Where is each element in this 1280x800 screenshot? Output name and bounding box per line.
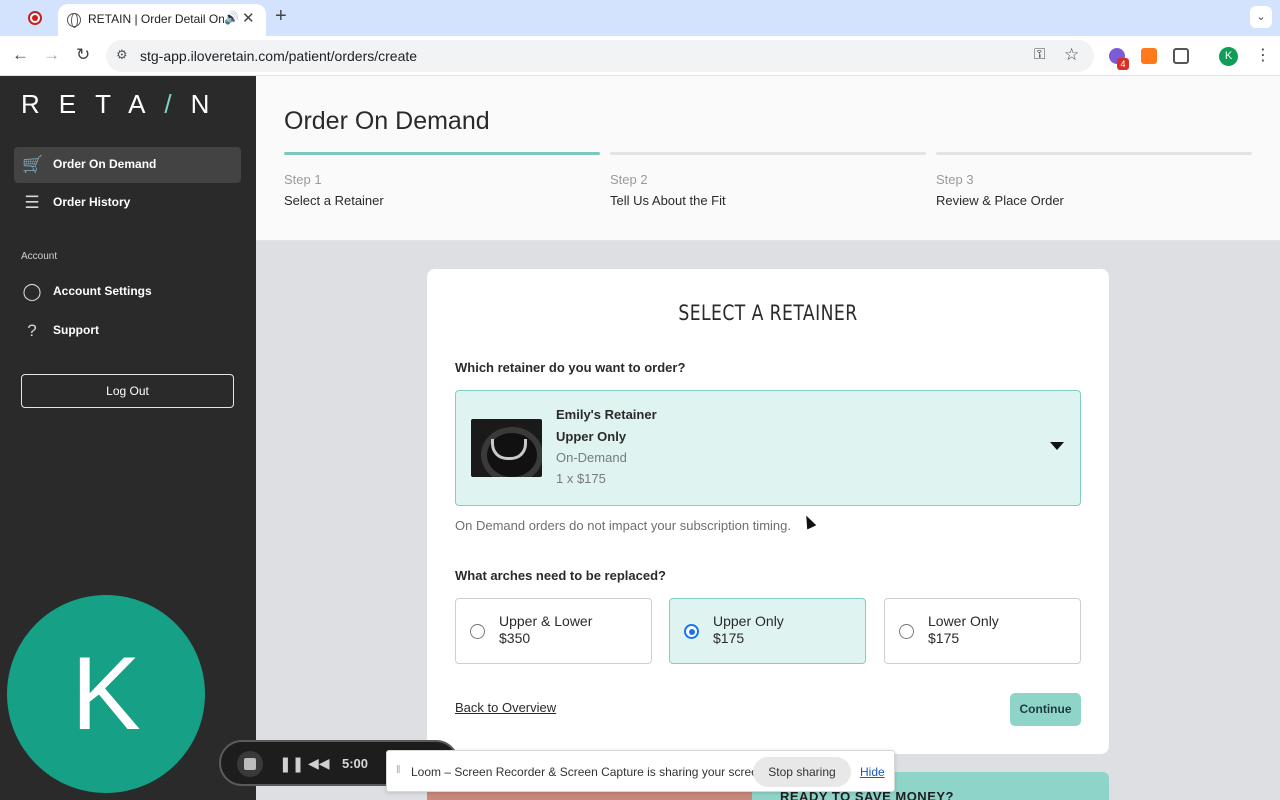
select-retainer-card: SELECT A RETAINER Which retainer do you … — [427, 269, 1109, 754]
puzzle-icon[interactable] — [1173, 48, 1189, 64]
arches-question: What arches need to be replaced? — [455, 568, 666, 583]
site-info-icon[interactable]: ⚙ — [116, 47, 128, 63]
restart-icon[interactable]: ◀◀ — [308, 755, 330, 772]
more-menu-icon[interactable]: ⋮ — [1255, 45, 1271, 65]
radio-button[interactable] — [684, 624, 699, 639]
sidebar-item-order-history[interactable]: ☰ Order History — [14, 185, 241, 221]
arch-option-upper-only[interactable]: Upper Only $175 — [669, 598, 866, 664]
retainer-name: Emily's Retainer — [556, 407, 657, 422]
sidebar-item-label: Account Settings — [53, 284, 152, 298]
radio-button[interactable] — [899, 624, 914, 639]
sidebar-item-label: Support — [53, 323, 99, 337]
hubspot-extension-icon[interactable] — [1141, 48, 1157, 64]
card-title: SELECT A RETAINER — [678, 301, 858, 325]
back-to-overview-link[interactable]: Back to Overview — [455, 700, 556, 715]
url-text[interactable]: stg-app.iloveretain.com/patient/orders/c… — [140, 48, 417, 64]
step-progress-bar — [284, 152, 600, 155]
arch-option-price: $175 — [928, 630, 960, 646]
account-section-label: Account — [21, 251, 58, 262]
forward-arrow-icon[interactable]: → — [43, 45, 60, 65]
retain-logo[interactable]: RETA/N — [21, 89, 228, 120]
user-icon: ◯ — [22, 282, 42, 301]
retainer-image — [471, 419, 542, 477]
retainer-select[interactable]: Emily's Retainer Upper Only On-Demand 1 … — [455, 390, 1081, 506]
arch-option-price: $175 — [713, 630, 745, 646]
recording-timer: 5:00 — [342, 756, 369, 771]
step-number: Step 3 — [936, 172, 974, 187]
stop-sharing-button[interactable]: Stop sharing — [753, 757, 851, 787]
recording-icon — [28, 11, 42, 25]
helper-text: On Demand orders do not impact your subs… — [455, 518, 791, 533]
step-1: Step 1 Select a Retainer — [284, 152, 600, 208]
speaker-icon[interactable]: 🔊 — [224, 11, 239, 25]
key-icon[interactable]: ⚿ — [1034, 46, 1045, 63]
step-2: Step 2 Tell Us About the Fit — [610, 152, 926, 208]
retainer-type: On-Demand — [556, 450, 627, 465]
new-tab-icon[interactable]: + — [275, 5, 287, 28]
sidebar-item-label: Order History — [53, 195, 131, 209]
cart-icon: 🛒 — [22, 155, 44, 174]
arch-option-lower-only[interactable]: Lower Only $175 — [884, 598, 1081, 664]
step-progress-bar — [610, 152, 926, 155]
retainer-question: Which retainer do you want to order? — [455, 360, 686, 375]
step-name: Select a Retainer — [284, 193, 384, 208]
step-name: Tell Us About the Fit — [610, 193, 726, 208]
chevron-down-icon[interactable]: ⌄ — [1250, 6, 1272, 28]
arch-option-price: $350 — [499, 630, 531, 646]
step-number: Step 1 — [284, 172, 322, 187]
extension-badge: 4 — [1117, 58, 1129, 70]
radio-button[interactable] — [470, 624, 485, 639]
reload-icon[interactable]: ↻ — [76, 45, 90, 65]
logout-button[interactable]: Log Out — [21, 374, 234, 408]
hide-button[interactable]: Hide — [860, 765, 885, 779]
browser-tab-bar: RETAIN | Order Detail On Demand 🔊 ✕ + ⌄ — [0, 0, 1280, 36]
arch-option-name: Upper & Lower — [499, 613, 593, 629]
sidebar-item-support[interactable]: ? Support — [14, 313, 241, 349]
step-number: Step 2 — [610, 172, 648, 187]
step-progress-bar — [936, 152, 1252, 155]
continue-button[interactable]: Continue — [1010, 693, 1081, 726]
page-header: Order On Demand Step 1 Select a Retainer… — [256, 76, 1280, 241]
profile-avatar[interactable]: K — [1219, 47, 1238, 66]
retainer-quantity-price: 1 x $175 — [556, 471, 606, 486]
loom-camera-avatar[interactable]: K — [7, 595, 205, 793]
help-icon: ? — [27, 321, 37, 340]
caret-down-icon[interactable] — [1050, 442, 1064, 450]
browser-tab[interactable]: RETAIN | Order Detail On Demand 🔊 ✕ — [58, 4, 266, 36]
tab-title: RETAIN | Order Detail On Demand — [88, 12, 224, 26]
arch-option-name: Lower Only — [928, 613, 999, 629]
pause-icon[interactable]: ❚❚ — [279, 755, 304, 773]
sidebar-item-label: Order On Demand — [53, 157, 157, 171]
back-arrow-icon[interactable]: ← — [12, 45, 29, 65]
screen-share-notification: ‖ Loom – Screen Recorder & Screen Captur… — [386, 750, 895, 792]
globe-icon — [67, 13, 81, 28]
stop-recording-icon[interactable] — [237, 751, 263, 777]
arch-option-name: Upper Only — [713, 613, 784, 629]
close-icon[interactable]: ✕ — [242, 9, 255, 27]
browser-toolbar: ← → ↻ ⚙ stg-app.iloveretain.com/patient/… — [0, 36, 1280, 76]
list-icon: ☰ — [24, 193, 40, 212]
address-bar[interactable]: ⚙ stg-app.iloveretain.com/patient/orders… — [106, 40, 1094, 72]
drag-handle-icon[interactable]: ‖ — [396, 764, 401, 776]
star-icon[interactable]: ☆ — [1064, 45, 1079, 65]
retainer-arch: Upper Only — [556, 429, 627, 444]
arch-option-upper-lower[interactable]: Upper & Lower $350 — [455, 598, 652, 664]
sidebar-item-account-settings[interactable]: ◯ Account Settings — [14, 274, 241, 310]
page-title: Order On Demand — [284, 107, 490, 135]
step-3: Step 3 Review & Place Order — [936, 152, 1252, 208]
step-name: Review & Place Order — [936, 193, 1064, 208]
share-message: Loom – Screen Recorder & Screen Capture … — [411, 765, 768, 779]
sidebar-item-order-on-demand[interactable]: 🛒 Order On Demand — [14, 147, 241, 183]
